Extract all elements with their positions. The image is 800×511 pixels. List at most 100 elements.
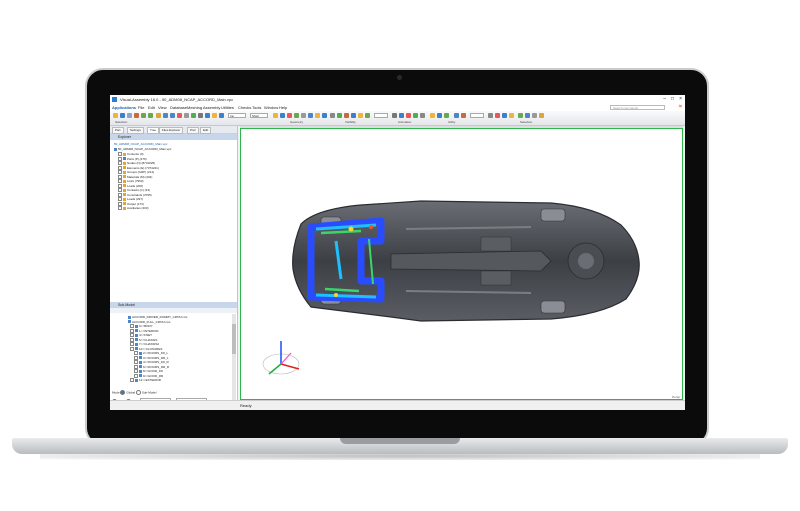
sub-model-toolbar	[110, 308, 237, 313]
menu-meshing[interactable]: Meshing	[187, 105, 202, 110]
surface-icon[interactable]	[294, 113, 299, 118]
camera-icon	[397, 75, 402, 80]
car-model-view[interactable]	[241, 129, 682, 399]
import-icon[interactable]	[127, 113, 132, 118]
face-icon[interactable]	[315, 113, 320, 118]
transparency-icon[interactable]	[365, 113, 370, 118]
select-adjacent-icon[interactable]	[532, 113, 537, 118]
zoom-icon[interactable]	[502, 113, 507, 118]
close-icon[interactable]: ×	[679, 96, 682, 102]
tree-root-item[interactable]: 50_ADM08_NCAP_ACCORD_Main.vpc	[114, 147, 171, 151]
list-item-label: 8<<HOOD_FR	[143, 369, 163, 373]
select-icon[interactable]	[156, 113, 161, 118]
menu-window[interactable]: Window	[264, 105, 278, 110]
tab-pref[interactable]: Pref	[187, 127, 199, 134]
menu-database[interactable]: Database	[170, 105, 187, 110]
menu-tools[interactable]: Tools	[252, 105, 261, 110]
tab-tree[interactable]: Tree	[147, 127, 160, 134]
expand-icon[interactable]	[118, 206, 122, 211]
mass-icon[interactable]	[454, 113, 459, 118]
menu-assembly[interactable]: Assembly	[203, 105, 220, 110]
mesh-icon[interactable]	[219, 113, 224, 118]
tab-part[interactable]: Part	[112, 127, 124, 134]
tree-root-label: 50_ADM08_NCAP_ACCORD_Main.vpc	[118, 147, 172, 151]
export-icon[interactable]	[134, 113, 139, 118]
reverse-icon[interactable]	[351, 113, 356, 118]
list-item[interactable]: ACCORD_DRIVER_DUMMY_CRTAC.inc	[128, 315, 187, 319]
undo-icon[interactable]	[141, 113, 146, 118]
utility-select[interactable]	[470, 113, 484, 118]
tree-item[interactable]: Auxiliaries (203)	[118, 206, 149, 211]
shade-icon[interactable]	[392, 113, 397, 118]
submodel-icon	[135, 378, 138, 382]
ribbon-group-label: Geometry	[290, 120, 304, 124]
curve-icon[interactable]	[280, 113, 285, 118]
light-icon[interactable]	[212, 113, 217, 118]
tree-root[interactable]: 50_ADM08_NCAP_ACCORD_Main.vpc	[114, 142, 167, 146]
expand-icon[interactable]	[130, 378, 134, 383]
check-icon[interactable]	[461, 113, 466, 118]
menu-checks[interactable]: Checks	[238, 105, 251, 110]
shell-select[interactable]: Shell	[250, 113, 268, 118]
maximize-icon[interactable]: □	[671, 96, 674, 102]
delete-icon[interactable]	[287, 113, 292, 118]
select-group-icon[interactable]	[539, 113, 544, 118]
search-input[interactable]: Search commands	[610, 105, 665, 110]
select-attached-icon[interactable]	[525, 113, 530, 118]
ruler-icon[interactable]	[437, 113, 442, 118]
point-icon[interactable]	[301, 113, 306, 118]
tab-edit[interactable]: Edit	[200, 127, 212, 134]
ribbon-group-label: Selection	[520, 120, 533, 124]
pick-icon[interactable]	[163, 113, 168, 118]
include-select[interactable]: Inc	[228, 113, 246, 118]
geometry-icon[interactable]	[273, 113, 278, 118]
record-icon[interactable]	[406, 113, 411, 118]
pan-icon[interactable]	[488, 113, 493, 118]
folder-icon	[123, 202, 126, 206]
ribbon-group-label: Selection	[115, 120, 128, 124]
clear-icon[interactable]	[177, 113, 182, 118]
wireframe-icon[interactable]	[399, 113, 404, 118]
save-icon[interactable]	[120, 113, 125, 118]
menu-help[interactable]: Help	[279, 105, 287, 110]
visibility-select[interactable]	[374, 113, 388, 118]
view-icon[interactable]	[205, 113, 210, 118]
tab-settings[interactable]: Settings	[127, 127, 144, 134]
tab-files-explorer[interactable]: Files Explorer	[159, 127, 184, 134]
fit-icon[interactable]	[509, 113, 514, 118]
minimize-icon[interactable]: –	[663, 96, 666, 102]
menu-applications[interactable]: Applications	[112, 105, 136, 110]
select-by-icon[interactable]	[518, 113, 523, 118]
menu-view[interactable]: View	[158, 105, 167, 110]
filter-icon[interactable]	[170, 113, 175, 118]
list-item[interactable]: 11<<EXTERIOR	[130, 378, 161, 383]
menu-edit[interactable]: Edit	[148, 105, 155, 110]
tree-item-label: Constraints (3795)	[127, 192, 152, 197]
edge-icon[interactable]	[308, 113, 313, 118]
redo-icon[interactable]	[148, 113, 153, 118]
open-icon[interactable]	[113, 113, 118, 118]
list-item[interactable]: ACCORD_FULL_CRTAC.inc	[128, 320, 170, 324]
menu-utilities[interactable]: Utilities	[221, 105, 234, 110]
rotate-icon[interactable]	[495, 113, 500, 118]
sub-model-radio[interactable]	[135, 390, 141, 395]
solid-icon[interactable]	[322, 113, 327, 118]
grid-icon[interactable]	[198, 113, 203, 118]
stop-icon[interactable]	[420, 113, 425, 118]
play-icon[interactable]	[413, 113, 418, 118]
measure-icon[interactable]	[430, 113, 435, 118]
hide-icon[interactable]	[330, 113, 335, 118]
show-icon[interactable]	[337, 113, 342, 118]
scrollbar-thumb[interactable]	[232, 324, 236, 354]
box-select-icon[interactable]	[184, 113, 189, 118]
global-radio[interactable]	[120, 390, 126, 395]
sub-model-scrollbar[interactable]	[232, 314, 236, 404]
tree-item-label: Groups (GRP) (214)	[127, 170, 155, 174]
show-all-icon[interactable]	[358, 113, 363, 118]
isolate-icon[interactable]	[344, 113, 349, 118]
menu-file[interactable]: File	[138, 105, 144, 110]
3d-viewport[interactable]	[240, 128, 683, 400]
visibility-icon[interactable]	[191, 113, 196, 118]
section-icon[interactable]	[444, 113, 449, 118]
ribbon-group-label: Utility	[448, 120, 456, 124]
